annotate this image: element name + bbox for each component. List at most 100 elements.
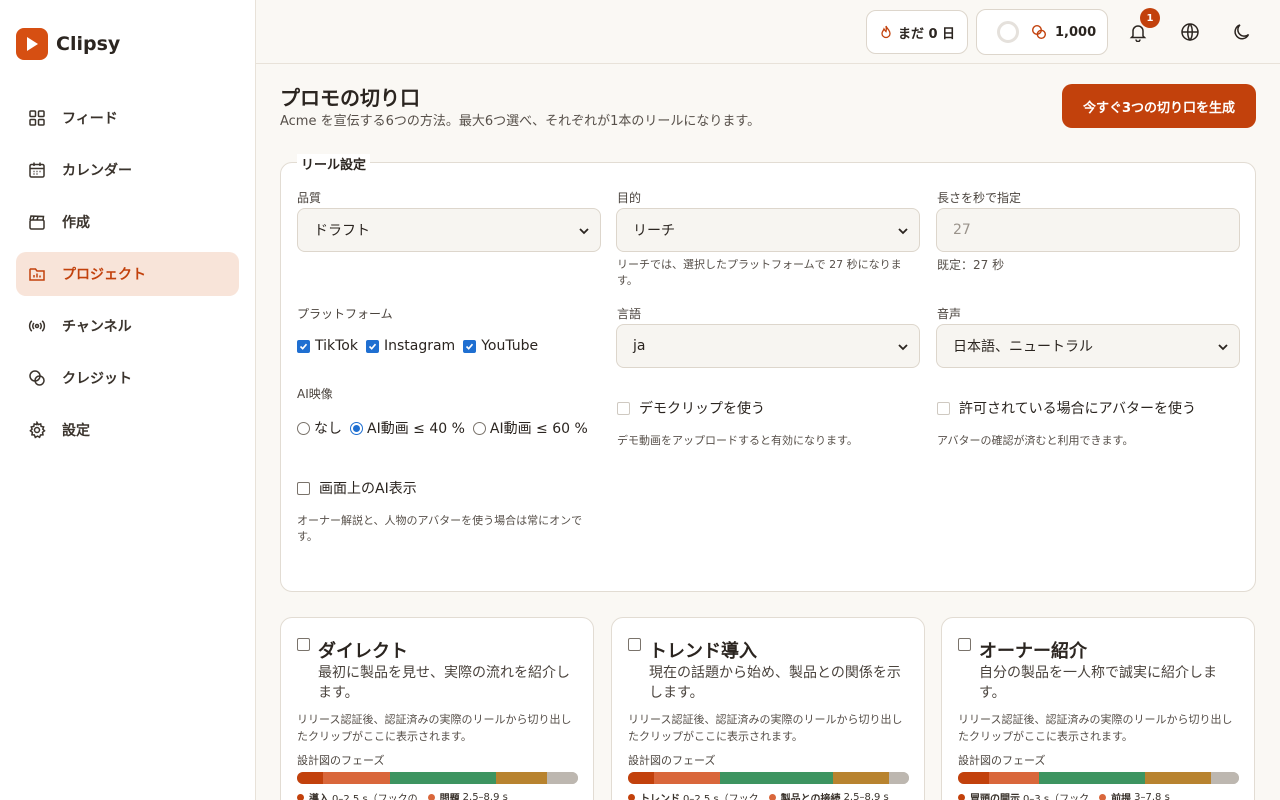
sidebar-item-label: 作成	[62, 215, 90, 231]
phase-legend-item: 冒頭の開示 0–3 s（フック	[958, 790, 1089, 800]
length-label: 長さを秒で指定	[937, 191, 1022, 205]
check-icon	[368, 343, 377, 350]
youtube-checkbox[interactable]	[463, 339, 477, 353]
quality-select[interactable]: ドラフト	[297, 208, 601, 252]
sidebar-item-channels[interactable]: チャンネル	[16, 304, 239, 348]
youtube-label: YouTube	[481, 338, 539, 354]
credit-progress-ring	[997, 21, 1019, 43]
quality-value: ドラフト	[314, 223, 370, 239]
phase-bar	[297, 772, 578, 784]
angle-clip-note: リリース認証後、認証済みの実際のリールから切り出したクリップがここに表示されます…	[297, 713, 572, 743]
phase-legend-item: 前提 3–7.8 s	[1099, 790, 1170, 800]
moon-icon	[1234, 24, 1250, 40]
phase-label: 設計図のフェーズ	[958, 754, 1046, 767]
purpose-select[interactable]: リーチ	[616, 208, 920, 252]
instagram-checkbox[interactable]	[365, 339, 379, 353]
app-logo[interactable]: Clipsy	[16, 28, 120, 60]
angle-description: 現在の話題から始め、製品との関係を示します。	[649, 665, 901, 701]
app-name: Clipsy	[56, 33, 121, 55]
credit-balance: 1,000	[1055, 24, 1097, 40]
voice-select[interactable]: 日本語、ニュートラル	[936, 324, 1240, 368]
sidebar-nav: フィード カレンダー 作成 プロジェクト チャンネル クレジット 設定	[16, 96, 239, 460]
phase-legend: トレンド 0–2.5 s（フック 製品との接続 2.5–8.9 s	[628, 790, 918, 800]
clapperboard-icon	[29, 215, 45, 230]
phase-bar	[958, 772, 1239, 784]
instagram-label: Instagram	[383, 338, 456, 354]
sidebar-item-create[interactable]: 作成	[16, 200, 239, 244]
sidebar-item-label: カレンダー	[62, 163, 132, 179]
language-button[interactable]	[1178, 20, 1202, 44]
tiktok-label: TikTok	[315, 338, 358, 354]
sidebar: Clipsy フィード カレンダー 作成 プロジェクト チャンネル クレジット	[0, 0, 256, 800]
phase-segment	[389, 772, 496, 784]
credits-button[interactable]: 1,000	[976, 9, 1108, 55]
angle-card-trend[interactable]: トレンド導入 現在の話題から始め、製品との関係を示します。 リリース認証後、認証…	[611, 617, 925, 800]
phase-segment	[297, 772, 323, 784]
language-label: 言語	[617, 307, 642, 321]
phase-dot	[768, 794, 776, 800]
angle-title: ダイレクト	[318, 641, 408, 662]
grid-icon	[29, 110, 45, 126]
broadcast-icon	[28, 320, 46, 332]
sidebar-item-settings[interactable]: 設定	[16, 408, 239, 452]
quality-label: 品質	[297, 191, 322, 205]
angle-select-checkbox[interactable]	[628, 638, 641, 651]
ai-video-60-radio[interactable]	[472, 421, 486, 435]
globe-icon	[1181, 23, 1199, 42]
ai-video-none-radio[interactable]	[297, 421, 310, 435]
angle-description: 最初に製品を見せ、実際の流れを紹介します。	[318, 665, 570, 701]
folder-chart-icon	[29, 268, 45, 281]
sidebar-item-label: チャンネル	[62, 319, 132, 335]
angle-clip-note: リリース認証後、認証済みの実際のリールから切り出したクリップがここに表示されます…	[958, 713, 1233, 743]
language-value: ja	[633, 338, 646, 354]
avatar-option: 許可されている場合にアバターを使う	[937, 398, 1196, 418]
angle-select-checkbox[interactable]	[958, 638, 971, 651]
phase-dot	[628, 794, 635, 800]
angle-card-direct[interactable]: ダイレクト 最初に製品を見せ、実際の流れを紹介します。 リリース認証後、認証済み…	[280, 617, 594, 800]
sidebar-item-calendar[interactable]: カレンダー	[16, 148, 239, 192]
avatar-label: 許可されている場合にアバターを使う	[959, 401, 1197, 417]
theme-toggle-button[interactable]	[1230, 20, 1254, 44]
notifications-button[interactable]: 1	[1126, 8, 1160, 44]
phase-dot	[958, 794, 965, 800]
chevron-down-icon	[898, 344, 908, 351]
ai-video-none-label: なし	[314, 421, 342, 437]
streak-button[interactable]: まだ 0 日	[866, 10, 968, 54]
angle-card-owner[interactable]: オーナー紹介 自分の製品を一人称で誠実に紹介します。 リリース認証後、認証済みの…	[941, 617, 1255, 800]
angle-clip-note: リリース認証後、認証済みの実際のリールから切り出したクリップがここに表示されます…	[628, 713, 903, 743]
ai-video-40-radio[interactable]	[350, 421, 363, 435]
page-title: プロモの切り口	[280, 86, 420, 110]
play-logo-icon	[16, 28, 48, 60]
avatar-checkbox[interactable]	[937, 401, 950, 415]
phase-segment	[833, 772, 890, 784]
phase-segment	[546, 772, 578, 784]
phase-segment	[1145, 772, 1211, 784]
generate-angles-button[interactable]: 今すぐ3つの切り口を生成	[1062, 84, 1256, 128]
phase-segment	[495, 772, 547, 784]
platform-checkboxes: TikTok Instagram YouTube	[297, 338, 538, 354]
sidebar-item-feed[interactable]: フィード	[16, 96, 239, 140]
voice-label: 音声	[937, 307, 962, 321]
angle-select-checkbox[interactable]	[297, 638, 310, 651]
phase-segment	[958, 772, 989, 784]
sidebar-item-projects[interactable]: プロジェクト	[16, 252, 239, 296]
phase-bar	[628, 772, 909, 784]
check-icon	[466, 343, 474, 350]
length-input[interactable]: 27	[936, 208, 1240, 252]
sidebar-item-credits[interactable]: クレジット	[16, 356, 239, 400]
phase-label: 設計図のフェーズ	[297, 754, 385, 767]
reel-settings-panel: リール設定 品質 ドラフト 目的 リーチ リーチでは、選択したプラットフォームで…	[280, 154, 1256, 592]
chevron-down-icon	[898, 228, 908, 235]
phase-segment	[628, 772, 654, 784]
demo-clip-checkbox[interactable]	[617, 401, 630, 415]
phase-legend-item: 製品との接続 2.5–8.9 s	[768, 790, 889, 800]
ai-video-60-label: AI動画 ≤ 60 %	[489, 421, 588, 437]
platform-label: プラットフォーム	[297, 307, 393, 321]
phase-segment	[889, 772, 909, 784]
tiktok-checkbox[interactable]	[297, 339, 310, 353]
phase-legend-item: トレンド 0–2.5 s（フック	[628, 790, 759, 800]
onscreen-ai-checkbox[interactable]	[297, 481, 310, 495]
demo-clip-label: デモクリップを使う	[639, 401, 765, 417]
sidebar-item-label: クレジット	[62, 371, 132, 387]
language-select[interactable]: ja	[616, 324, 920, 368]
